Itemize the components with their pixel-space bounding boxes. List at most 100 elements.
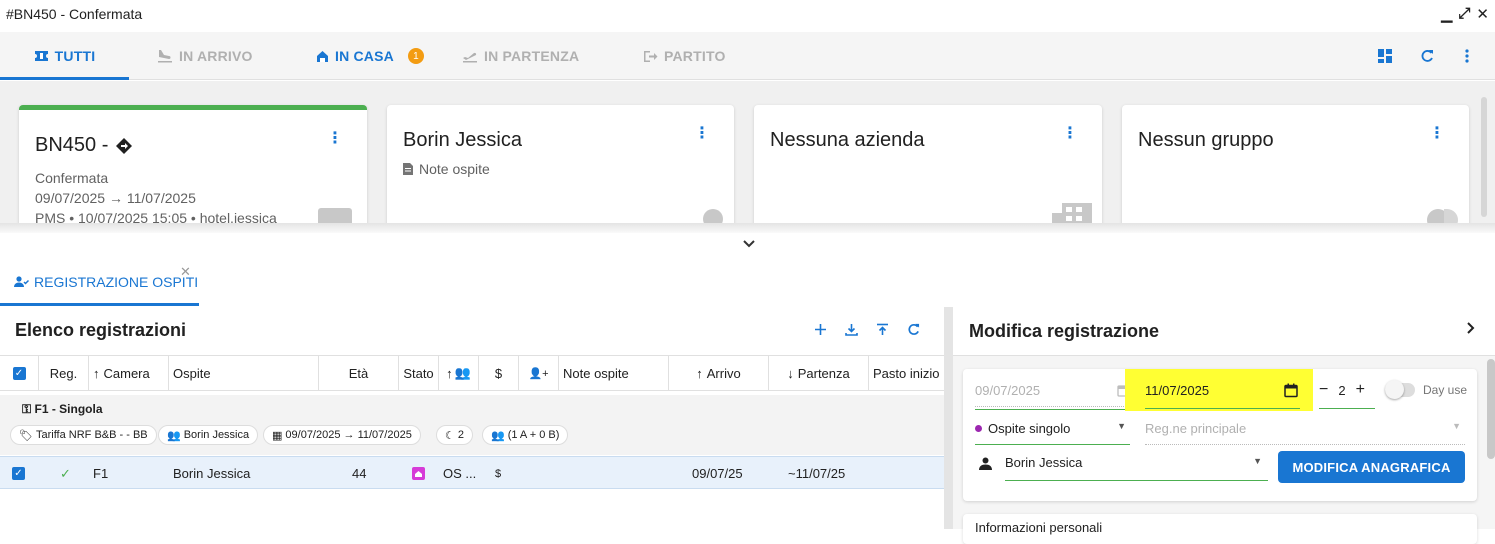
more-vert-icon[interactable]: ⋮	[694, 123, 710, 143]
calendar-icon[interactable]	[1284, 383, 1298, 398]
tab-in-casa[interactable]: IN CASA 1	[316, 32, 424, 80]
tab-partito[interactable]: PARTITO	[643, 32, 726, 80]
col-label: Arrivo	[706, 365, 741, 381]
chip-label: Borin Jessica	[183, 429, 250, 441]
chip-label: (1 A + 0 B)	[507, 429, 560, 441]
add-icon[interactable]	[814, 323, 827, 336]
tab-registrazione-ospiti[interactable]: REGISTRAZIONE OSPITI ✕	[0, 262, 199, 306]
maximize-icon[interactable]: ⤢	[1458, 5, 1470, 23]
sort-up-icon: ↑	[696, 365, 703, 381]
refresh-icon	[1421, 50, 1433, 62]
col-partenza[interactable]: ↓ Partenza	[769, 356, 869, 390]
sort-up-icon: ↑	[93, 365, 100, 381]
guest-card-title: Borin Jessica	[403, 129, 522, 151]
tab-in-arrivo[interactable]: IN ARRIVO	[157, 32, 253, 80]
people-icon: 👥	[167, 429, 181, 442]
guest-type-select[interactable]: Ospite singolo ▼	[975, 421, 1130, 445]
vertical-splitter[interactable]	[944, 307, 953, 529]
arrival-date-value: 09/07/2025	[975, 383, 1041, 398]
close-icon[interactable]: ✕	[1476, 5, 1489, 23]
guest-note-label: Note ospite	[419, 161, 490, 177]
guest-note[interactable]: Note ospite	[403, 161, 490, 177]
select-all-checkbox[interactable]: ✓	[0, 356, 39, 390]
booking-meta: PMS • 10/07/2025 15:05 • hotel.jessica	[35, 210, 277, 223]
tab-in-partenza[interactable]: IN PARTENZA	[462, 32, 579, 80]
people-icon: 👥	[454, 365, 471, 380]
col-note-ospite[interactable]: Note ospite	[559, 356, 669, 390]
person-check-icon	[14, 276, 29, 287]
company-card[interactable]: Nessuna azienda ⋮	[754, 105, 1102, 223]
col-stato[interactable]: Stato	[399, 356, 439, 390]
dashboard-icon	[1378, 49, 1392, 63]
refresh-button[interactable]	[1420, 32, 1434, 80]
horizontal-splitter[interactable]	[0, 223, 1495, 233]
table-row[interactable]: ✓ ✓ F1 Borin Jessica 44 OS ... $ 09/07/2…	[0, 456, 944, 489]
row-checkbox[interactable]: ✓	[12, 457, 25, 490]
col-ospite[interactable]: Ospite	[169, 356, 319, 390]
departure-date-field[interactable]: 11/07/2025	[1145, 383, 1300, 409]
dropdown-arrow-icon: ▼	[1117, 421, 1126, 431]
plane-landing-icon	[158, 50, 172, 63]
dashboard-button[interactable]	[1378, 32, 1392, 80]
col-reg[interactable]: Reg.	[39, 356, 89, 390]
tab-underline	[0, 303, 199, 306]
guest-card[interactable]: Borin Jessica ⋮ Note ospite	[387, 105, 734, 223]
more-menu-button[interactable]	[1465, 32, 1469, 80]
edit-panel-scrollbar[interactable]	[1487, 359, 1495, 459]
departure-date-value: 11/07/2025	[1145, 383, 1210, 398]
group-card-title: Nessun gruppo	[1138, 129, 1274, 151]
plane-takeoff-icon	[463, 52, 477, 63]
more-vert-icon[interactable]: ⋮	[327, 128, 343, 148]
registrations-list-panel: Elenco registrazioni ✓ Reg. ↑ Camera Ospi…	[0, 307, 944, 529]
col-arrivo[interactable]: ↑ Arrivo	[669, 356, 769, 390]
guest-name-value: Borin Jessica	[1005, 455, 1083, 470]
company-card-title: Nessuna azienda	[770, 129, 925, 151]
booking-status: Confermata	[35, 170, 109, 186]
col-dollar[interactable]: $	[479, 356, 519, 390]
refresh-icon[interactable]	[907, 323, 920, 336]
chip-label: 09/07/2025 → 11/07/2025	[285, 429, 412, 441]
col-camera[interactable]: ↑ Camera	[89, 356, 169, 390]
more-vert-icon[interactable]: ⋮	[1062, 123, 1078, 143]
upload-icon[interactable]	[876, 323, 889, 336]
personal-info-section[interactable]: Informazioni personali	[963, 514, 1477, 544]
guest-chip: 👥 Borin Jessica	[158, 425, 259, 445]
summary-cards: BN450 - ⋮ Confermata 09/07/2025 → 11/07/…	[0, 81, 1495, 223]
arrival-date-field[interactable]: 09/07/2025	[975, 383, 1130, 407]
download-icon[interactable]	[845, 323, 858, 336]
day-use-label: Day use	[1423, 383, 1468, 397]
row-stato: OS ...	[443, 466, 477, 481]
edit-profile-button[interactable]: MODIFICA ANAGRAFICA	[1278, 451, 1465, 483]
col-pasto-inizio[interactable]: Pasto inizio	[869, 356, 944, 390]
booking-dates: 09/07/2025 → 11/07/2025	[35, 190, 196, 206]
minus-icon[interactable]: −	[1319, 382, 1328, 408]
checkbox-checked-icon: ✓	[12, 366, 26, 380]
chevron-down-icon[interactable]	[743, 236, 755, 251]
nights-stepper[interactable]: − 2 +	[1319, 382, 1375, 409]
key-icon: ⚿	[22, 402, 32, 416]
note-icon	[403, 163, 413, 175]
plus-icon[interactable]: +	[1356, 382, 1365, 408]
chevron-right-icon[interactable]	[1467, 321, 1475, 339]
row-partenza: ~11/07/25	[788, 466, 846, 481]
close-tab-icon[interactable]: ✕	[180, 264, 191, 280]
day-use-toggle[interactable]	[1385, 380, 1415, 399]
main-registration-placeholder: Reg.ne principale	[1145, 421, 1247, 436]
group-card[interactable]: Nessun gruppo ⋮	[1122, 105, 1469, 223]
row-dollar: $	[495, 467, 502, 480]
col-eta[interactable]: Età	[319, 356, 399, 390]
col-label: Partenza	[797, 365, 850, 381]
nights-value: 2	[1338, 383, 1346, 398]
guest-name-select[interactable]: Borin Jessica ▼	[1005, 455, 1268, 481]
minimize-icon[interactable]: ▁	[1441, 5, 1453, 23]
col-people[interactable]: ↑ 👥	[439, 356, 479, 390]
booking-card-title: BN450 -	[35, 134, 133, 157]
cards-scrollbar[interactable]	[1481, 97, 1487, 217]
col-add-person[interactable]: 👤+	[519, 356, 559, 390]
booking-card[interactable]: BN450 - ⋮ Confermata 09/07/2025 → 11/07/…	[19, 105, 367, 223]
tab-tutti[interactable]: TUTTI	[0, 32, 129, 80]
ticket-icon	[34, 51, 48, 61]
more-vert-icon[interactable]: ⋮	[1429, 123, 1445, 143]
room-group-label: F1 - Singola	[34, 402, 103, 416]
main-registration-select[interactable]: Reg.ne principale ▼	[1145, 421, 1465, 445]
